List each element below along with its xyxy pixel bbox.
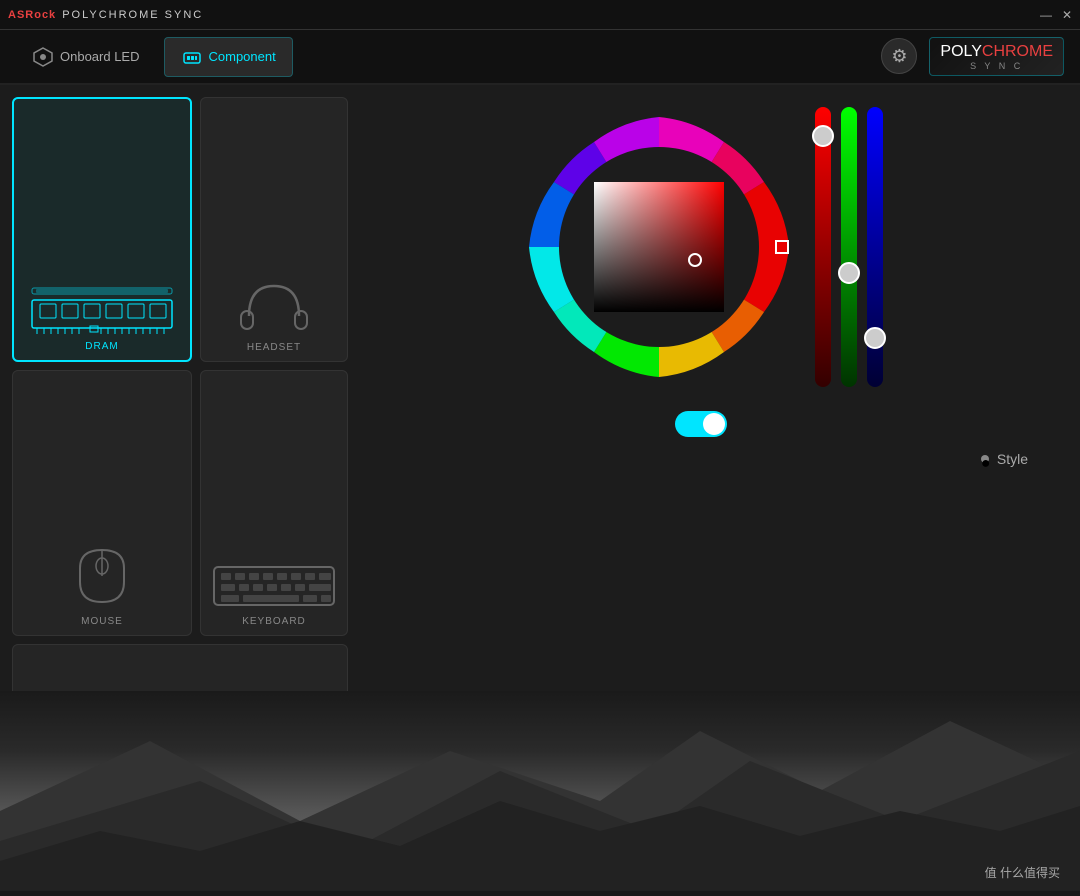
rgb-sliders <box>815 107 883 387</box>
blue-slider-knob[interactable] <box>864 327 886 349</box>
onboard-led-icon <box>32 46 54 68</box>
tab-component-label: Component <box>209 49 276 64</box>
red-slider[interactable] <box>815 107 831 387</box>
app-container: Onboard LED Component ⚙ <box>0 30 1080 891</box>
badge-sync: S Y N C <box>940 61 1053 72</box>
blue-slider[interactable] <box>867 107 883 387</box>
dram-label: DRAM <box>85 341 118 352</box>
header: Onboard LED Component ⚙ <box>0 30 1080 85</box>
brand-logo: ASRock <box>8 9 56 21</box>
device-card-dram[interactable]: DRAM <box>12 97 192 362</box>
color-area <box>334 97 1068 397</box>
tab-component[interactable]: Component <box>164 37 293 77</box>
headset-icon <box>229 266 319 336</box>
color-wheel-container[interactable] <box>519 107 799 387</box>
badge-poly: POLY <box>940 43 982 60</box>
scenery-svg <box>0 691 1080 891</box>
led-toggle[interactable] <box>675 411 727 437</box>
title-bar-left: ASRock POLYCHROME SYNC <box>8 9 203 21</box>
app-title: POLYCHROME SYNC <box>62 9 203 21</box>
device-card-keyboard[interactable]: KEYBOARD <box>200 370 348 635</box>
color-saturation-box[interactable] <box>594 182 724 312</box>
headset-label: HEADSET <box>247 342 301 353</box>
dram-icon <box>22 280 182 335</box>
watermark: 值 什么值得买 <box>985 864 1060 881</box>
mouse-label: MOUSE <box>81 616 123 627</box>
device-card-headset[interactable]: HEADSET <box>200 97 348 362</box>
color-picker-handle[interactable] <box>688 253 702 267</box>
keyboard-icon <box>209 555 339 610</box>
nav-tabs: Onboard LED Component <box>16 37 293 77</box>
style-dot-icon: ● <box>981 455 989 463</box>
settings-button[interactable]: ⚙ <box>881 38 917 74</box>
tab-onboard-led[interactable]: Onboard LED <box>16 38 156 76</box>
green-slider-knob[interactable] <box>838 262 860 284</box>
device-card-mouse[interactable]: MOUSE <box>12 370 192 635</box>
color-wheel-ring-handle[interactable] <box>775 240 789 254</box>
badge-chrome: CHROME <box>982 43 1053 60</box>
background-scenery <box>0 691 1080 891</box>
mouse-icon <box>62 540 142 610</box>
title-bar: ASRock POLYCHROME SYNC — ✕ <box>0 0 1080 30</box>
style-label: Style <box>997 451 1028 467</box>
tab-onboard-led-label: Onboard LED <box>60 49 140 64</box>
keyboard-label: KEYBOARD <box>242 616 306 627</box>
toggle-area <box>334 407 1068 441</box>
minimize-button[interactable]: — <box>1040 9 1052 21</box>
badge-polychrome: POLYCHROME <box>940 42 1053 61</box>
red-slider-knob[interactable] <box>812 125 834 147</box>
window-controls: — ✕ <box>1040 9 1072 21</box>
green-slider[interactable] <box>841 107 857 387</box>
style-area: ● Style Static ◀ Flashing ColorCycle <box>334 451 1068 471</box>
header-right: ⚙ POLYCHROME S Y N C <box>881 37 1064 77</box>
close-button[interactable]: ✕ <box>1062 9 1072 21</box>
toggle-knob <box>703 413 725 435</box>
component-icon <box>181 46 203 68</box>
style-label-row: ● Style <box>981 451 1028 467</box>
polychrome-badge: POLYCHROME S Y N C <box>929 37 1064 77</box>
gear-icon: ⚙ <box>891 46 907 67</box>
